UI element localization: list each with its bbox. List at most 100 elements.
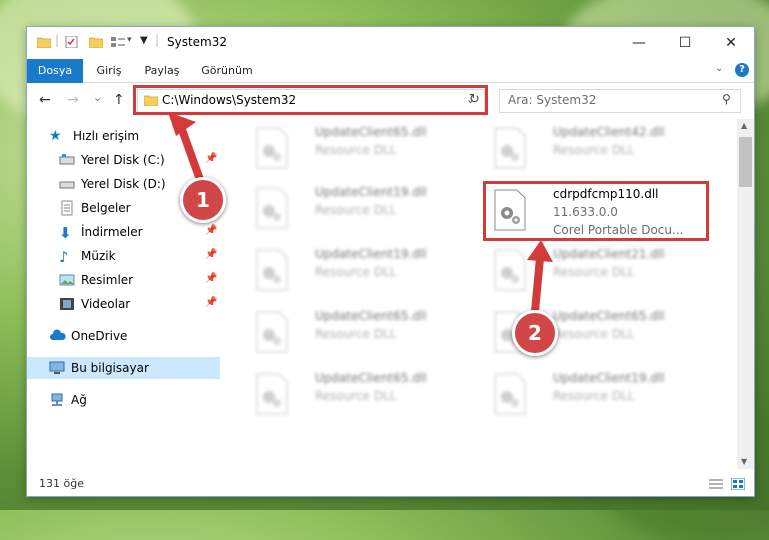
drive-icon (59, 176, 75, 192)
downloads-icon: ⬇ (59, 224, 72, 242)
file-type: Resource DLL (553, 143, 635, 157)
file-list: UpdateClient65.dll Resource DLL UpdateCl… (227, 119, 739, 465)
dll-file-icon (256, 373, 288, 415)
search-field[interactable]: Ara: System32 ⚲ (499, 89, 741, 113)
sidebar-item-downloads[interactable]: ⬇ İndirmeler 📌 (27, 221, 220, 243)
documents-icon (59, 200, 75, 216)
sidebar-item-quick-access[interactable]: ★ Hızlı erişim (27, 125, 220, 147)
view-options-icon[interactable] (111, 36, 125, 48)
file-item[interactable]: UpdateClient65.dll Resource DLL (247, 307, 467, 365)
maximize-button[interactable]: ☐ (662, 27, 708, 59)
cloud-icon (49, 328, 66, 344)
file-type: Resource DLL (553, 265, 635, 279)
sidebar-item-videos[interactable]: Videolar 📌 (27, 293, 220, 315)
sidebar-item-network[interactable]: Ağ (27, 389, 220, 411)
sidebar-item-music[interactable]: ♪ Müzik 📌 (27, 245, 220, 267)
file-name: UpdateClient42.dll (553, 125, 665, 139)
file-name: UpdateClient65.dll (315, 125, 427, 139)
item-count: 131 öğe (39, 477, 84, 490)
videos-icon (59, 296, 75, 312)
file-item[interactable]: UpdateClient19.dll Resource DLL (247, 183, 467, 241)
sidebar-item-label: Yerel Disk (D:) (81, 177, 166, 191)
pin-icon: 📌 (205, 225, 218, 236)
up-button[interactable]: ↑ (113, 92, 125, 108)
network-icon (49, 392, 65, 408)
recent-locations-button[interactable]: ⌄ (93, 91, 102, 104)
tab-view[interactable]: Görünüm (197, 59, 257, 82)
large-icons-view-icon[interactable] (731, 478, 745, 490)
file-name: UpdateClient65.dll (315, 371, 427, 385)
details-view-icon[interactable] (709, 478, 723, 490)
file-type: Resource DLL (315, 265, 397, 279)
expand-ribbon-icon[interactable]: ⌄ (715, 63, 723, 74)
sidebar-item-label: Belgeler (81, 201, 131, 215)
file-type: Resource DLL (315, 143, 397, 157)
file-type: Resource DLL (315, 327, 397, 341)
forward-button[interactable]: → (67, 92, 79, 108)
scroll-up-icon[interactable]: ▲ (741, 121, 747, 130)
tab-home[interactable]: Giriş (89, 59, 129, 82)
title-separator: | (55, 33, 60, 47)
pin-icon: 📌 (205, 153, 218, 164)
callout-2: 2 (512, 310, 558, 356)
file-item[interactable]: UpdateClient21.dll Resource DLL (485, 245, 705, 303)
qat-dropdown-icon[interactable]: ▾ (127, 35, 132, 45)
file-name: UpdateClient65.dll (553, 309, 665, 323)
pin-icon: 📌 (205, 249, 218, 260)
pin-icon: 📌 (205, 297, 218, 308)
file-name: UpdateClient19.dll (553, 371, 665, 385)
sidebar-item-label: Hızlı erişim (73, 129, 140, 143)
navigation-pane: ★ Hızlı erişim Yerel Disk (C:) 📌 Yerel D… (27, 119, 220, 469)
new-folder-icon[interactable] (89, 36, 103, 48)
file-item[interactable]: UpdateClient65.dll Resource DLL (247, 369, 467, 427)
dll-file-icon (494, 373, 526, 415)
folder-icon (37, 37, 51, 48)
dll-file-icon (256, 249, 288, 291)
scrollbar-thumb[interactable] (739, 137, 752, 187)
explorer-window: | ▾ ▼ | System32 — ☐ ✕ Dosya Giriş Payla… (27, 27, 754, 496)
vertical-scrollbar[interactable]: ▲ ▼ (737, 119, 754, 469)
address-highlight-box (133, 85, 488, 115)
dll-file-icon (256, 127, 288, 169)
sidebar-item-drive-c[interactable]: Yerel Disk (C:) 📌 (27, 149, 220, 171)
properties-icon[interactable] (65, 36, 79, 48)
file-type: Resource DLL (553, 389, 635, 403)
dll-file-icon (494, 249, 526, 291)
sidebar-item-label: Yerel Disk (C:) (81, 153, 165, 167)
help-icon[interactable]: ? (735, 63, 749, 77)
back-button[interactable]: ← (39, 92, 51, 108)
drive-icon (59, 152, 75, 168)
title-bar: | ▾ ▼ | System32 — ☐ ✕ (27, 27, 754, 59)
pin-icon: 📌 (205, 273, 218, 284)
tab-share[interactable]: Paylaş (139, 59, 185, 82)
dll-file-icon (256, 311, 288, 353)
callout-1: 1 (180, 177, 226, 223)
sidebar-item-label: OneDrive (71, 329, 128, 343)
file-highlight-box (483, 181, 709, 241)
status-bar: 131 öğe (27, 473, 754, 496)
file-type: Resource DLL (315, 389, 397, 403)
minimize-button[interactable]: — (616, 27, 662, 59)
sidebar-item-pictures[interactable]: Resimler 📌 (27, 269, 220, 291)
customize-toolbar-icon[interactable]: ▼ (140, 35, 148, 46)
sidebar-item-label: Ağ (71, 393, 87, 407)
file-name: UpdateClient65.dll (315, 309, 427, 323)
music-icon: ♪ (59, 248, 69, 266)
close-button[interactable]: ✕ (708, 27, 754, 59)
ribbon-tabs: Dosya Giriş Paylaş Görünüm ⌄ ? (27, 59, 754, 117)
file-item[interactable]: UpdateClient19.dll Resource DLL (485, 369, 705, 427)
title-separator: | (155, 33, 160, 47)
file-item[interactable]: UpdateClient19.dll Resource DLL (247, 245, 467, 303)
sidebar-item-onedrive[interactable]: OneDrive (27, 325, 220, 347)
search-placeholder: Ara: System32 (508, 93, 597, 107)
computer-icon (49, 360, 65, 376)
file-item[interactable]: UpdateClient65.dll Resource DLL (247, 123, 467, 181)
pictures-icon (59, 272, 75, 288)
sidebar-item-label: İndirmeler (81, 225, 143, 239)
sidebar-item-this-pc[interactable]: Bu bilgisayar (27, 357, 220, 379)
dll-file-icon (256, 187, 288, 229)
file-item[interactable]: UpdateClient42.dll Resource DLL (485, 123, 705, 181)
file-type: Resource DLL (315, 203, 397, 217)
sidebar-item-label: Müzik (81, 249, 116, 263)
scroll-down-icon[interactable]: ▼ (741, 457, 747, 466)
